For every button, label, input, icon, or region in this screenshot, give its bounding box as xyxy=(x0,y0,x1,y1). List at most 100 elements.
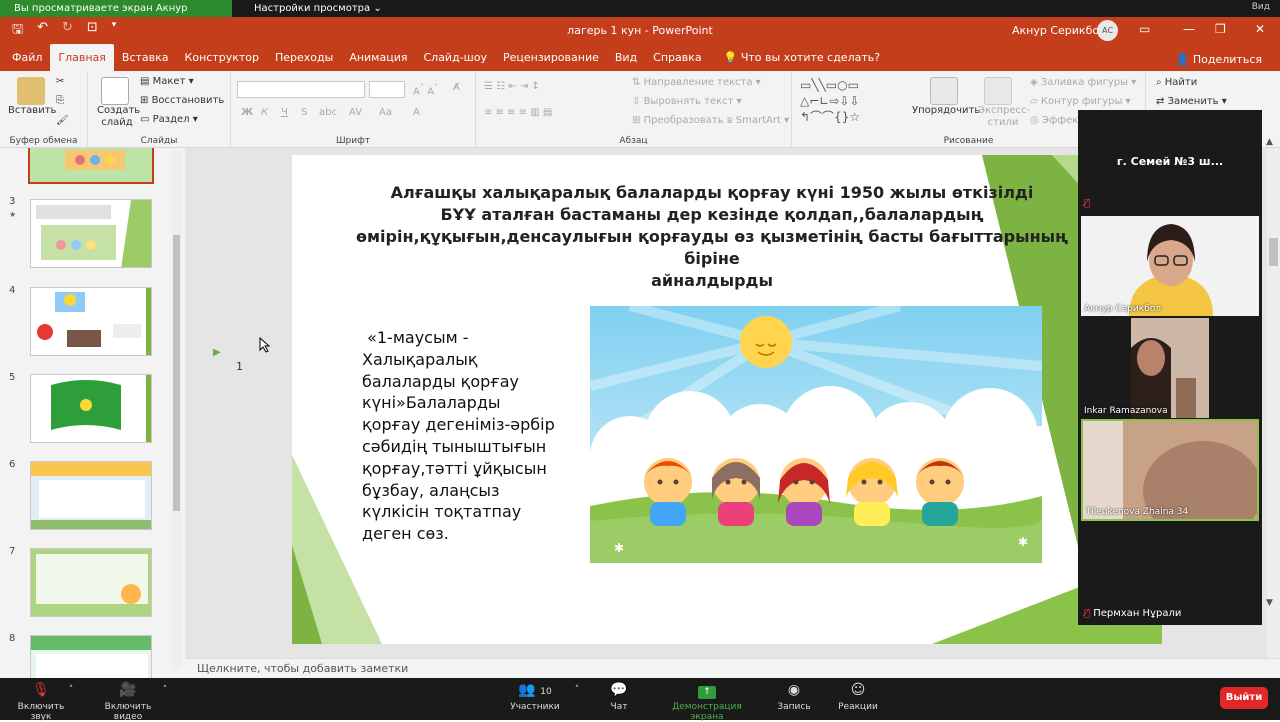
quick-styles-icon[interactable] xyxy=(984,77,1012,105)
video-options-chevron-icon[interactable]: ˄ xyxy=(160,678,170,720)
participant-tile[interactable]: Акнур Серикбол xyxy=(1081,216,1259,316)
undo-icon[interactable]: ↶ xyxy=(37,20,48,42)
participant-tile-active[interactable]: Tileukenova Zhaina 34 xyxy=(1081,419,1259,521)
slide-thumbnail-2[interactable] xyxy=(28,148,154,184)
start-slideshow-icon[interactable]: ⊡ xyxy=(87,20,98,42)
bold-icon[interactable]: Ж xyxy=(241,107,253,118)
scroll-thumb[interactable] xyxy=(1269,238,1278,266)
quick-styles-button[interactable]: Экспресс-стили xyxy=(978,105,1030,129)
shape-outline-button[interactable]: ▱ Контур фигуры ▾ xyxy=(1030,96,1131,107)
underline-icon[interactable]: Ч xyxy=(281,107,288,118)
view-options-menu[interactable]: Настройки просмотра ⌄ xyxy=(254,3,382,14)
copy-icon[interactable]: ⎘ xyxy=(56,95,64,106)
font-name-input[interactable] xyxy=(237,81,365,98)
slide-scrollbar[interactable] xyxy=(1267,148,1280,658)
spacing-icon[interactable]: AV xyxy=(349,107,362,118)
bullets-icon[interactable]: ☰ ☷ ⇤ ⇥ ↕ xyxy=(484,81,540,92)
reactions-button[interactable]: ☺ Реакции xyxy=(836,678,880,720)
new-slide-icon[interactable] xyxy=(101,77,129,105)
arrange-icon[interactable] xyxy=(930,77,958,105)
slide-thumbnail-5[interactable] xyxy=(30,374,152,443)
find-button[interactable]: ⌕ Найти xyxy=(1156,77,1197,88)
participant-audio-only[interactable]: 🎙̸ Пермхан Нұрали xyxy=(1084,608,1181,619)
record-button[interactable]: ◉ Запись xyxy=(772,678,816,720)
tab-9[interactable]: Справка xyxy=(645,44,709,71)
unmute-label: Включить звук xyxy=(17,702,65,722)
close-icon[interactable]: ✕ xyxy=(1255,22,1265,36)
scroll-thumb[interactable] xyxy=(173,235,180,511)
format-painter-icon[interactable]: 🖌 xyxy=(56,115,69,126)
tab-1[interactable]: Главная xyxy=(50,44,114,71)
replace-button[interactable]: ⇄ Заменить ▾ xyxy=(1156,96,1227,107)
share-screen-button[interactable]: ↑ Демонстрация экрана xyxy=(655,678,759,722)
tab-5[interactable]: Анимация xyxy=(341,44,415,71)
tell-me-box[interactable]: 💡 Что вы хотите сделать? xyxy=(724,44,880,71)
body-line: бұзбау, алаңсыз xyxy=(362,480,500,500)
shadow-icon[interactable]: S xyxy=(301,107,307,118)
slide-thumbnail-7[interactable] xyxy=(30,548,152,617)
avatar[interactable]: АС xyxy=(1097,20,1118,41)
reset-button[interactable]: ⊞ Восстановить xyxy=(140,95,224,106)
slide-thumbnail-4[interactable] xyxy=(30,287,152,356)
slide-thumbnail-3[interactable] xyxy=(30,199,152,268)
cut-icon[interactable]: ✂ xyxy=(56,76,64,87)
panel-scroll-up-icon[interactable]: ▲ xyxy=(1266,137,1273,147)
leave-meeting-button[interactable]: Выйти xyxy=(1220,687,1268,709)
children-illustration[interactable]: ✱ ✱ xyxy=(590,306,1042,563)
section-button[interactable]: ▭ Раздел ▾ xyxy=(140,114,198,125)
notes-pane[interactable]: Щелкните, чтобы добавить заметки xyxy=(185,658,1280,678)
arrange-button[interactable]: Упорядочить xyxy=(912,105,980,116)
participant-tile[interactable]: Inkar Ramazanova xyxy=(1081,318,1259,418)
paste-icon[interactable] xyxy=(17,77,45,105)
current-slide[interactable]: Алғашқы халықаралық балаларды қорғау күн… xyxy=(292,155,1162,644)
save-icon[interactable]: 🖫 xyxy=(12,20,23,42)
tab-6[interactable]: Слайд-шоу xyxy=(415,44,494,71)
slide-thumbnail-6[interactable] xyxy=(30,461,152,530)
panel-scroll-down-icon[interactable]: ▼ xyxy=(1266,598,1273,608)
align-icons[interactable]: ≡ ≡ ≡ ≡ ▥ ▤ xyxy=(484,107,552,118)
new-slide-button[interactable]: Создать слайд xyxy=(97,105,140,129)
italic-icon[interactable]: К xyxy=(261,107,268,118)
text-direction-button[interactable]: ⇅ Направление текста ▾ xyxy=(632,77,761,88)
participants-button[interactable]: 👥 10 Участники xyxy=(505,678,565,720)
shapes-gallery[interactable]: ▭╲╲▭○▭ △⌐∟⇨⇩⇩ ↰⌒⌒{}☆ xyxy=(800,77,904,125)
font-color-icon[interactable]: A xyxy=(413,107,420,118)
thumbnail-scrollbar[interactable] xyxy=(172,150,181,670)
paragraph-group-label: Абзац xyxy=(619,136,648,146)
body-line: деген сөз. xyxy=(362,524,449,544)
tab-0[interactable]: Файл xyxy=(4,44,50,71)
view-button[interactable]: Вид xyxy=(1252,2,1270,12)
layout-button[interactable]: ▤ Макет ▾ xyxy=(140,76,194,87)
smartart-button[interactable]: ⊞ Преобразовать в SmartArt ▾ xyxy=(632,115,789,126)
minimize-icon[interactable]: — xyxy=(1183,22,1195,36)
customize-toolbar-icon[interactable]: ▾ xyxy=(112,20,117,42)
strikethrough-icon[interactable]: abc xyxy=(319,107,337,118)
tab-7[interactable]: Рецензирование xyxy=(495,44,607,71)
ribbon-display-icon[interactable]: ▭ xyxy=(1139,22,1150,36)
shape-fill-button[interactable]: ◈ Заливка фигуры ▾ xyxy=(1030,77,1136,88)
font-size-input[interactable] xyxy=(369,81,405,98)
slide-body-text[interactable]: «1-маусым - Халықаралық балаларды қорғау… xyxy=(362,327,562,545)
audio-options-chevron-icon[interactable]: ˄ xyxy=(66,678,76,720)
restore-icon[interactable]: ❐ xyxy=(1215,22,1226,36)
clear-format-icon[interactable]: A̸ xyxy=(453,82,460,93)
align-text-button[interactable]: ⇳ Выровнять текст ▾ xyxy=(632,96,742,107)
play-animation-icon[interactable]: ▶ xyxy=(213,347,221,358)
chat-button[interactable]: 💬 Чат xyxy=(600,678,638,720)
share-button[interactable]: 👤 Поделиться xyxy=(1176,53,1262,66)
start-video-button[interactable]: 🎥 Включить видео xyxy=(90,678,166,722)
paste-button[interactable]: Вставить xyxy=(8,105,56,116)
slide-thumbnail-8[interactable] xyxy=(30,635,152,678)
tab-3[interactable]: Конструктор xyxy=(177,44,267,71)
tab-4[interactable]: Переходы xyxy=(267,44,341,71)
user-name[interactable]: Акнур Серикбол xyxy=(1012,24,1106,37)
tab-2[interactable]: Вставка xyxy=(114,44,177,71)
tab-8[interactable]: Вид xyxy=(607,44,645,71)
participants-chevron-icon[interactable]: ˄ xyxy=(572,678,582,720)
redo-icon[interactable]: ↻ xyxy=(62,20,73,42)
slide-title[interactable]: Алғашқы халықаралық балаларды қорғау күн… xyxy=(342,182,1082,292)
increase-font-icon[interactable]: A˄ A˅ xyxy=(413,82,438,97)
slides-group-label: Слайды xyxy=(140,136,178,146)
case-icon[interactable]: Aa xyxy=(379,107,392,118)
title-line: БҰҰ аталған бастаманы дер кезінде қолдап… xyxy=(440,205,984,224)
